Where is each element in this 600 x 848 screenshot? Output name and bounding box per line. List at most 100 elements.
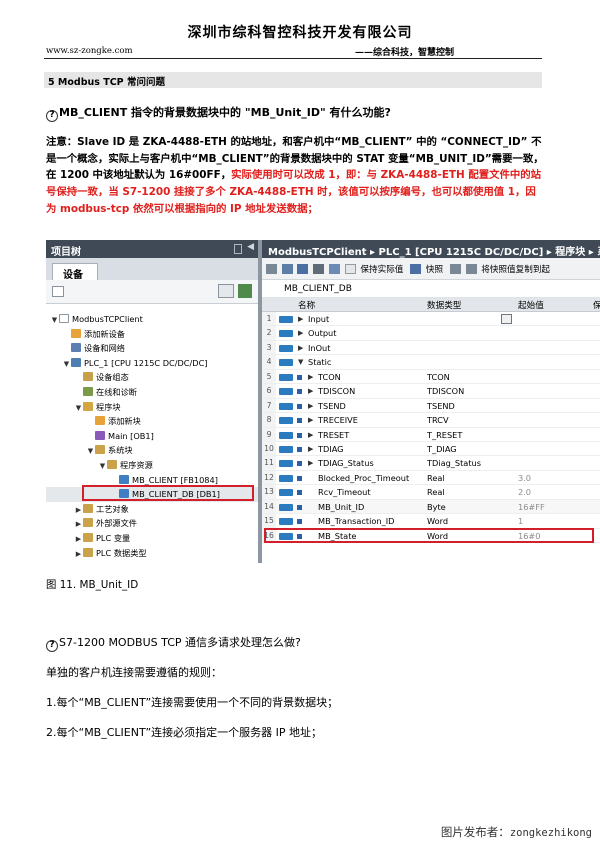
tree-item[interactable]: 设备组态 xyxy=(46,370,258,385)
new-item-icon[interactable] xyxy=(52,286,64,297)
variable-interface-icon xyxy=(279,373,293,381)
static-member-icon xyxy=(297,461,302,467)
collapse-arrow-icon[interactable]: ◀ xyxy=(247,242,254,252)
row-number: 5 xyxy=(262,369,276,384)
table-row[interactable]: 13 Rcv_Timeout Real 2.0 xyxy=(262,485,600,500)
question-1: ? MB_CLIENT 指令的背景数据块中的 "MB_Unit_ID" 有什么功能… xyxy=(46,104,391,122)
tree-item[interactable]: 添加新块 xyxy=(46,414,258,429)
row-number: 14 xyxy=(262,499,276,514)
variable-interface-icon xyxy=(279,330,293,338)
table-row[interactable]: 8 ▶ TRECEIVE TRCV xyxy=(262,413,600,428)
variable-interface-icon xyxy=(279,388,293,396)
tree-item[interactable]: ▶ PLC 变量 xyxy=(46,531,258,546)
header-divider xyxy=(44,58,542,59)
snapshot-button[interactable]: 快照 xyxy=(426,265,443,275)
table-row[interactable]: 1 ▶ Input xyxy=(262,312,600,327)
variable-name: TRECEIVE xyxy=(318,415,358,426)
table-row[interactable]: 15 MB_Transaction_ID Word 1 xyxy=(262,514,600,529)
col-retain-header: 保 xyxy=(593,301,600,311)
tree-item-label: PLC 数据类型 xyxy=(96,547,147,558)
variable-name: TDIAG_Status xyxy=(318,458,374,469)
view-toggle-icon[interactable] xyxy=(218,284,234,298)
static-member-icon xyxy=(297,389,302,395)
variable-name: Output xyxy=(308,328,337,339)
tree-expand-icon[interactable]: ▶ xyxy=(74,532,83,547)
tree-expand-icon[interactable]: ▶ xyxy=(74,547,83,562)
table-row[interactable]: 9 ▶ TRESET T_RESET xyxy=(262,427,600,442)
tree-item[interactable]: ▶ PLC 数据类型 xyxy=(46,546,258,561)
tree-item[interactable]: Main [OB1] xyxy=(46,429,258,444)
table-row[interactable]: 6 ▶ TDISCON TDISCON xyxy=(262,384,600,399)
table-row[interactable]: 2 ▶ Output xyxy=(262,326,600,341)
tree-expand-icon[interactable]: ▼ xyxy=(62,357,71,372)
add-row-icon[interactable] xyxy=(281,264,293,274)
table-row[interactable]: 7 ▶ TSEND TSEND xyxy=(262,398,600,414)
tree-expand-icon[interactable]: ▼ xyxy=(98,459,107,474)
row-toggle-icon[interactable]: ▶ xyxy=(308,370,313,384)
row-toggle-icon[interactable]: ▶ xyxy=(298,341,303,355)
collapse-icon[interactable] xyxy=(313,264,325,274)
variable-type: TSEND xyxy=(427,400,455,411)
copy-start-icon[interactable] xyxy=(465,264,477,274)
expand-icon[interactable] xyxy=(297,264,309,274)
tree-expand-icon[interactable]: ▶ xyxy=(74,517,83,532)
table-row[interactable]: 3 ▶ InOut xyxy=(262,340,600,356)
editor-breadcrumb: ModbusTCPClient ▸ PLC_1 [CPU 1215C DC/DC… xyxy=(262,240,600,258)
project-tree-title: 项目树 xyxy=(51,247,81,258)
row-toggle-icon[interactable]: ▶ xyxy=(308,399,313,413)
publisher-name: zongkezhikong xyxy=(509,827,592,839)
overview-icon[interactable] xyxy=(238,284,252,298)
copy-snapshot-icon[interactable] xyxy=(449,264,461,274)
table-row[interactable]: 5 ▶ TCON TCON xyxy=(262,369,600,385)
tree-expand-icon[interactable]: ▼ xyxy=(74,401,83,416)
row-toggle-icon[interactable]: ▶ xyxy=(308,442,313,456)
table-row[interactable]: 10 ▶ TDIAG T_DIAG xyxy=(262,441,600,457)
table-row[interactable]: 4 ▼ Static xyxy=(262,355,600,370)
insert-row-icon[interactable] xyxy=(266,264,277,274)
row-toggle-icon[interactable]: ▶ xyxy=(308,413,313,427)
tree-item[interactable]: 设备和网络 xyxy=(46,341,258,356)
table-row[interactable]: 14 MB_Unit_ID Byte 16#FF xyxy=(262,499,600,515)
variable-interface-icon xyxy=(279,445,293,453)
tree-expand-icon[interactable]: ▼ xyxy=(50,313,59,328)
tree-expand-icon[interactable]: ▶ xyxy=(74,503,83,518)
static-member-icon xyxy=(297,374,302,380)
row-toggle-icon[interactable]: ▶ xyxy=(298,326,303,340)
tree-item[interactable]: ▶ 工艺对象 xyxy=(46,502,258,517)
db-editor-panel: ModbusTCPClient ▸ PLC_1 [CPU 1215C DC/DC… xyxy=(262,240,600,563)
row-number: 10 xyxy=(262,441,276,456)
static-member-icon xyxy=(297,446,302,452)
keep-values-icon[interactable] xyxy=(344,264,356,274)
variable-interface-icon xyxy=(279,431,293,439)
row-toggle-icon[interactable]: ▶ xyxy=(308,384,313,398)
row-toggle-icon[interactable]: ▶ xyxy=(298,312,303,326)
tree-item[interactable]: 在线和诊断 xyxy=(46,385,258,400)
keep-actual-values-button[interactable]: 保持实际值 xyxy=(360,265,403,275)
row-toggle-icon[interactable]: ▶ xyxy=(308,456,313,470)
tree-item[interactable]: ▼ 程序块 xyxy=(46,400,258,415)
tree-item[interactable]: 添加新设备 xyxy=(46,327,258,342)
row-number: 3 xyxy=(262,340,276,355)
type-picker-icon[interactable] xyxy=(501,314,512,324)
snapshot-icon[interactable] xyxy=(410,264,422,274)
tree-expand-icon[interactable]: ▼ xyxy=(86,444,95,459)
static-member-icon xyxy=(297,475,302,481)
variable-type: Word xyxy=(427,516,449,527)
tree-node-icon xyxy=(107,459,117,469)
copy-snapshot-button[interactable]: 将快照值复制到起 xyxy=(481,265,550,275)
row-toggle-icon[interactable]: ▼ xyxy=(298,355,303,369)
tree-item-label: 程序块 xyxy=(96,401,121,412)
row-number: 9 xyxy=(262,427,276,441)
tree-item[interactable]: ▼ PLC_1 [CPU 1215C DC/DC/DC] xyxy=(46,356,258,371)
table-row[interactable]: 12 Blocked_Proc_Timeout Real 3.0 xyxy=(262,470,600,486)
table-row[interactable]: 11 ▶ TDIAG_Status TDiag_Status xyxy=(262,456,600,471)
refresh-icon[interactable] xyxy=(328,264,340,274)
row-toggle-icon[interactable]: ▶ xyxy=(308,428,313,442)
tree-item[interactable]: ▼ ModbusTCPClient xyxy=(46,312,258,327)
tree-item[interactable]: ▶ 外部源文件 xyxy=(46,516,258,531)
tab-devices[interactable]: 设备 xyxy=(52,263,98,281)
panel-layout-icon[interactable] xyxy=(234,244,242,254)
tree-item[interactable]: ▼ 程序资源 xyxy=(46,458,258,473)
col-name-header: 名称 xyxy=(298,301,316,311)
tree-item[interactable]: ▼ 系统块 xyxy=(46,443,258,458)
